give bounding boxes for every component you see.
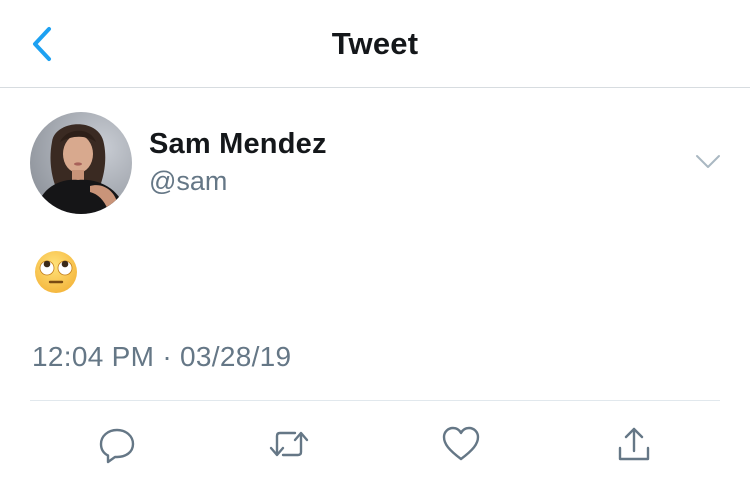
navigation-header: Tweet (0, 0, 750, 88)
share-button[interactable] (610, 420, 658, 468)
avatar[interactable] (30, 112, 132, 214)
chevron-down-icon (696, 155, 720, 168)
divider (30, 400, 720, 401)
tweet-text (32, 248, 80, 296)
face-with-rolling-eyes-emoji (35, 251, 77, 293)
reply-button[interactable] (93, 420, 141, 468)
retweet-icon (269, 431, 309, 457)
page-title: Tweet (331, 26, 419, 61)
tweet-timestamp: 12:04 PM · 03/28/19 (32, 341, 292, 372)
more-options-button[interactable] (690, 148, 726, 176)
heart-icon (442, 426, 480, 461)
author-handle[interactable]: @sam (149, 166, 227, 197)
like-button[interactable] (437, 420, 485, 468)
retweet-button[interactable] (265, 420, 313, 468)
reply-icon (99, 428, 135, 464)
author-name[interactable]: Sam Mendez (149, 128, 327, 161)
share-icon (618, 427, 650, 461)
